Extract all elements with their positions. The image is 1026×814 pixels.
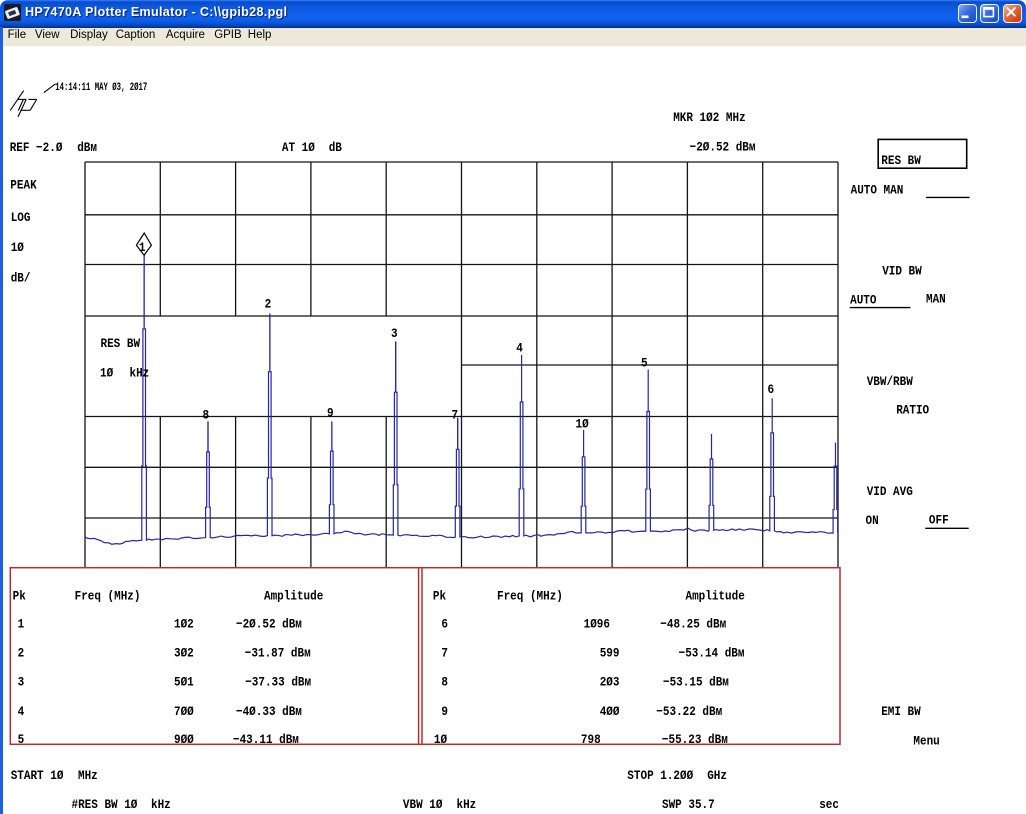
svg-text:AUTO: AUTO bbox=[850, 293, 876, 308]
svg-text:ON: ON bbox=[866, 513, 879, 528]
svg-text:AT 1Ø: AT 1Ø bbox=[282, 140, 315, 155]
svg-text:1Ø96: 1Ø96 bbox=[584, 617, 610, 632]
svg-text:−53.14 dBм: −53.14 dBм bbox=[679, 646, 745, 661]
svg-text:−53.15 dBм: −53.15 dBм bbox=[663, 675, 729, 690]
svg-text:6: 6 bbox=[768, 382, 775, 397]
svg-text:kHz: kHz bbox=[130, 365, 150, 380]
svg-text:REF −2.Ø: REF −2.Ø bbox=[10, 140, 63, 155]
svg-text:VID BW: VID BW bbox=[882, 263, 922, 278]
svg-text:RATIO: RATIO bbox=[896, 403, 929, 418]
svg-text:MAN: MAN bbox=[926, 292, 946, 307]
svg-text:−4Ø.33 dBм: −4Ø.33 dBм bbox=[236, 704, 302, 719]
svg-text:AUTO MAN: AUTO MAN bbox=[851, 182, 904, 197]
svg-text:−2Ø.52 dBм: −2Ø.52 dBм bbox=[690, 139, 756, 154]
svg-text:2: 2 bbox=[265, 296, 272, 311]
svg-text:sec: sec bbox=[819, 797, 839, 812]
svg-text:kHz: kHz bbox=[457, 797, 477, 812]
svg-text:OFF: OFF bbox=[929, 513, 949, 528]
svg-text:GHz: GHz bbox=[707, 768, 727, 783]
svg-text:8: 8 bbox=[441, 675, 448, 690]
svg-text:VBW/RBW: VBW/RBW bbox=[867, 374, 914, 389]
svg-text:−37.33 dBм: −37.33 dBм bbox=[245, 675, 311, 690]
svg-text:EMI BW: EMI BW bbox=[881, 704, 921, 719]
svg-text:STOP 1.2ØØ: STOP 1.2ØØ bbox=[627, 768, 693, 783]
svg-text:4ØØ: 4ØØ bbox=[600, 704, 620, 719]
svg-text:Freq (MHz): Freq (MHz) bbox=[497, 589, 563, 604]
svg-text:VID AVG: VID AVG bbox=[867, 484, 913, 499]
svg-text:7: 7 bbox=[452, 407, 459, 422]
svg-text:9: 9 bbox=[327, 406, 334, 421]
svg-text:599: 599 bbox=[600, 646, 620, 661]
svg-text:Freq (MHz): Freq (MHz) bbox=[75, 589, 141, 604]
svg-text:kHz: kHz bbox=[151, 797, 171, 812]
svg-text:LOG: LOG bbox=[11, 210, 31, 225]
svg-text:1: 1 bbox=[18, 617, 25, 632]
svg-text:3: 3 bbox=[391, 326, 398, 341]
svg-text:dB: dB bbox=[329, 140, 343, 155]
svg-text:5: 5 bbox=[18, 732, 25, 747]
svg-text:RES BW: RES BW bbox=[881, 153, 921, 168]
svg-text:START 1Ø: START 1Ø bbox=[11, 768, 64, 783]
svg-text:6: 6 bbox=[441, 617, 448, 632]
svg-text:1Ø: 1Ø bbox=[576, 417, 589, 432]
svg-text:5: 5 bbox=[641, 355, 648, 370]
svg-text:Amplitude: Amplitude bbox=[264, 589, 323, 604]
svg-text:RES BW: RES BW bbox=[101, 336, 141, 351]
svg-text:−55.23 dBм: −55.23 dBм bbox=[662, 732, 728, 747]
svg-text:Menu: Menu bbox=[913, 734, 939, 749]
svg-text:dBм: dBм bbox=[77, 140, 97, 155]
svg-text:SWP 35.7: SWP 35.7 bbox=[662, 797, 715, 812]
svg-text:−31.87 dBм: −31.87 dBм bbox=[245, 646, 311, 661]
svg-text:−53.22 dBм: −53.22 dBм bbox=[656, 704, 722, 719]
svg-text:2Ø3: 2Ø3 bbox=[600, 675, 620, 690]
svg-text:−43.11 dBм: −43.11 dBм bbox=[233, 732, 299, 747]
svg-text:7ØØ: 7ØØ bbox=[174, 704, 194, 719]
svg-text:4: 4 bbox=[18, 704, 25, 719]
svg-text:4: 4 bbox=[516, 341, 523, 356]
svg-text:PEAK: PEAK bbox=[10, 178, 37, 193]
svg-text:VBW 1Ø: VBW 1Ø bbox=[403, 797, 443, 812]
svg-text:2: 2 bbox=[18, 646, 25, 661]
svg-text:1Ø2: 1Ø2 bbox=[174, 617, 194, 632]
svg-text:1: 1 bbox=[139, 240, 146, 255]
svg-text:3: 3 bbox=[18, 675, 25, 690]
svg-text:3Ø2: 3Ø2 bbox=[174, 646, 194, 661]
svg-text:7: 7 bbox=[441, 646, 448, 661]
svg-text:9: 9 bbox=[441, 704, 448, 719]
svg-text:798: 798 bbox=[581, 732, 601, 747]
svg-text:−48.25 dBм: −48.25 dBм bbox=[660, 617, 726, 632]
svg-text:1Ø: 1Ø bbox=[11, 240, 24, 255]
svg-text:14:14:11 MAY Ø3, 2Ø17: 14:14:11 MAY Ø3, 2Ø17 bbox=[55, 81, 147, 94]
svg-text:1Ø: 1Ø bbox=[100, 365, 113, 380]
svg-text:Pk: Pk bbox=[13, 589, 26, 604]
svg-text:5Ø1: 5Ø1 bbox=[174, 675, 194, 690]
svg-text:9ØØ: 9ØØ bbox=[174, 732, 194, 747]
svg-text:−2Ø.52 dBм: −2Ø.52 dBм bbox=[236, 617, 302, 632]
svg-text:MKR 1Ø2 MHz: MKR 1Ø2 MHz bbox=[673, 110, 745, 125]
svg-text:dB/: dB/ bbox=[11, 270, 31, 285]
svg-text:Pk: Pk bbox=[433, 589, 446, 604]
svg-text:Amplitude: Amplitude bbox=[686, 589, 745, 604]
svg-text:#RES BW 1Ø: #RES BW 1Ø bbox=[72, 797, 138, 812]
svg-text:8: 8 bbox=[203, 407, 210, 422]
svg-text:1Ø: 1Ø bbox=[434, 732, 447, 747]
svg-text:MHz: MHz bbox=[78, 768, 98, 783]
